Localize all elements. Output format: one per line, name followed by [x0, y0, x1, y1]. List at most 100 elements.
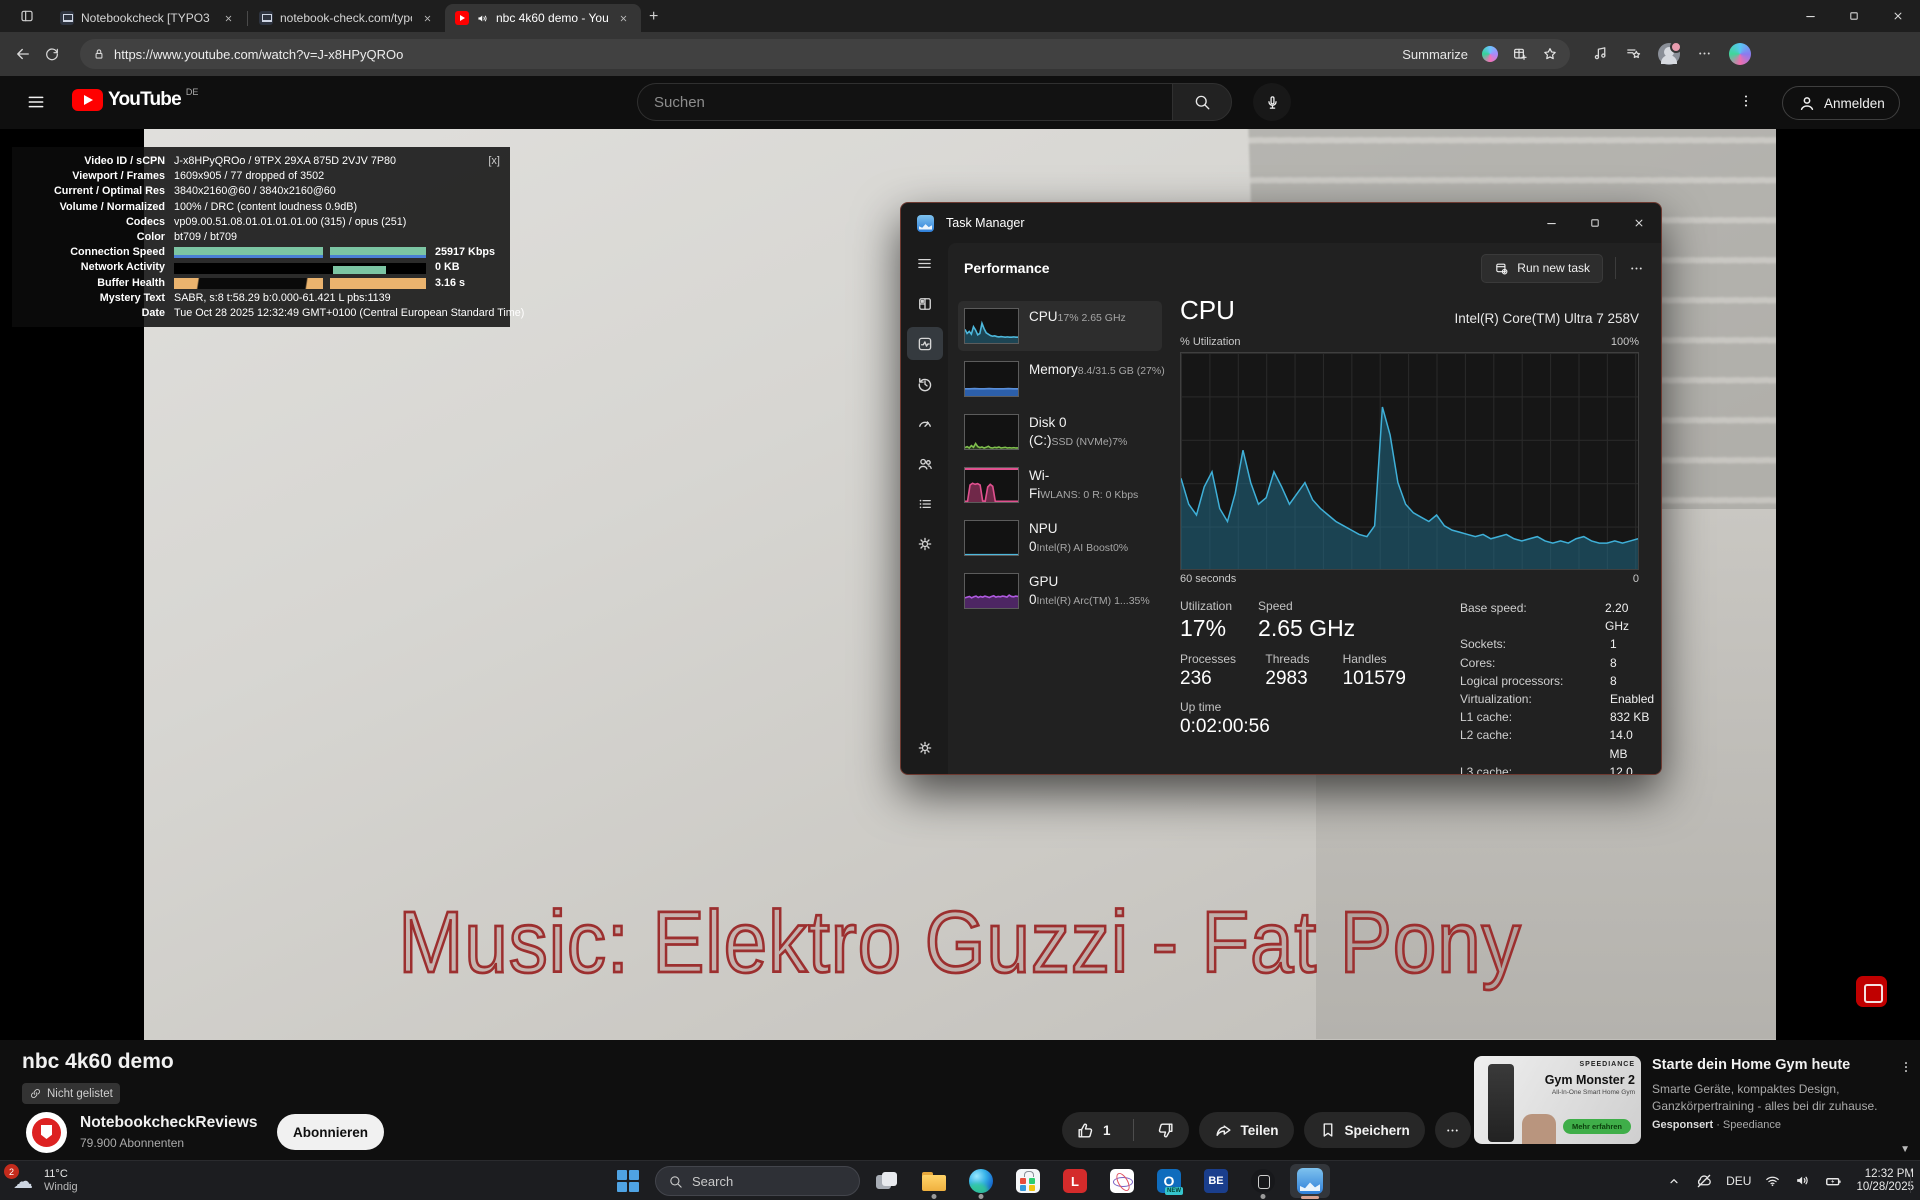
tab-notebookcheck-typo3[interactable]: notebook-check.com/typo3/inde... [249, 4, 445, 32]
perf-item-memory[interactable]: Memory8.4/31.5 GB (27%) [958, 354, 1162, 404]
player-info-card-icon[interactable] [1856, 976, 1887, 1007]
tm-maximize-button[interactable] [1573, 203, 1617, 243]
tab-close-icon[interactable] [419, 11, 435, 25]
language-indicator[interactable]: DEU [1726, 1174, 1751, 1188]
tm-nav-users-icon[interactable] [907, 447, 943, 480]
ad-cta-button[interactable]: Mehr erfahren [1563, 1119, 1631, 1134]
media-hub-icon[interactable] [1592, 45, 1609, 63]
cpu-stats-left: Utilization17% Speed2.65 GHz Processes23… [1180, 599, 1432, 775]
voice-search-button[interactable] [1253, 83, 1291, 121]
lightroom-button[interactable]: L [1055, 1161, 1095, 1200]
browser-minimize-button[interactable] [1788, 0, 1832, 32]
perf-item-npu[interactable]: NPU 0Intel(R) AI Boost0% [958, 513, 1162, 563]
youtube-menu-icon[interactable] [26, 92, 46, 112]
battery-icon[interactable] [1824, 1172, 1843, 1191]
youtube-logo[interactable]: YouTube DE [72, 89, 198, 111]
start-button[interactable] [608, 1161, 648, 1200]
cpu-axis-zero: 0 [1633, 573, 1639, 585]
address-bar[interactable]: https://www.youtube.com/watch?v=J-x8HPyQ… [80, 39, 1570, 69]
ad-menu-icon[interactable] [1898, 1058, 1914, 1076]
taskbar-search-label: Search [692, 1174, 733, 1189]
run-new-task-button[interactable]: Run new task [1481, 254, 1603, 283]
tab-close-icon[interactable] [615, 11, 631, 25]
search-input-wrap[interactable] [637, 83, 1172, 121]
lock-icon[interactable] [92, 45, 106, 63]
copilot-summarize-icon[interactable] [1482, 46, 1498, 62]
tm-more-options-icon[interactable] [1628, 259, 1645, 277]
new-tab-button[interactable]: + [649, 8, 658, 26]
ad-title[interactable]: Starte dein Home Gym heute [1652, 1056, 1888, 1075]
weather-widget[interactable]: ☁2 11°C Windig [10, 1161, 78, 1200]
atom-icon [1110, 1169, 1134, 1193]
tab-actions-icon[interactable] [12, 4, 42, 28]
channel-name[interactable]: NotebookcheckReviews [80, 1114, 257, 1132]
tm-nav-startup-apps-icon[interactable] [907, 407, 943, 440]
tm-nav-app-history-icon[interactable] [907, 367, 943, 400]
atom-app-button[interactable] [1102, 1161, 1142, 1200]
taskbar-search[interactable]: Search [655, 1166, 860, 1196]
browser-maximize-button[interactable] [1832, 0, 1876, 32]
unlisted-badge: Nicht gelistet [22, 1083, 120, 1104]
stat-value: bt709 / bt709 [174, 230, 237, 245]
task-manager-titlebar[interactable]: Task Manager [901, 203, 1661, 243]
collections-icon[interactable] [1625, 45, 1642, 63]
tm-close-button[interactable] [1617, 203, 1661, 243]
tm-nav-menu-icon[interactable] [907, 247, 943, 280]
volume-icon[interactable] [1794, 1172, 1811, 1190]
outlook-button[interactable]: ONEW [1149, 1161, 1189, 1200]
ad-expand-icon[interactable]: ▼ [1900, 1144, 1910, 1155]
browser-menu-icon[interactable] [1696, 45, 1713, 63]
wifi-icon[interactable] [1764, 1172, 1781, 1190]
profile-avatar[interactable] [1658, 43, 1680, 65]
tab-notebookcheck-cms[interactable]: Notebookcheck [TYPO3 CMS 7.6... [50, 4, 246, 32]
perf-item-cpu[interactable]: CPU17% 2.65 GHz [958, 301, 1162, 351]
ad-thumbnail[interactable]: SPEEDIANCE Gym Monster 2 All-In-One Smar… [1474, 1056, 1641, 1144]
tab-audio-icon[interactable] [476, 11, 489, 25]
tm-settings-icon[interactable] [907, 731, 943, 764]
tm-nav-processes-icon[interactable] [907, 287, 943, 320]
perf-item-disk[interactable]: Disk 0 (C:)SSD (NVMe)7% [958, 407, 1162, 457]
edge-button[interactable] [961, 1161, 1001, 1200]
stat-label: Video ID / sCPN [12, 154, 174, 169]
url-text[interactable]: https://www.youtube.com/watch?v=J-x8HPyQ… [114, 47, 1394, 62]
summarize-button[interactable]: Summarize [1402, 47, 1468, 62]
tm-nav-performance-icon[interactable] [907, 327, 943, 360]
file-explorer-button[interactable] [914, 1161, 954, 1200]
back-icon[interactable] [14, 45, 32, 63]
show-desktop-button[interactable] [1910, 1169, 1914, 1193]
tab-close-icon[interactable] [220, 11, 236, 25]
tray-chevron-icon[interactable] [1666, 1172, 1682, 1190]
taskbar-clock[interactable]: 12:32 PM 10/28/2025 [1856, 1168, 1914, 1195]
tm-minimize-button[interactable] [1529, 203, 1573, 243]
split-screen-icon[interactable] [1512, 46, 1528, 63]
channel-avatar[interactable] [26, 1112, 67, 1153]
refresh-icon[interactable] [44, 45, 60, 63]
browser-close-button[interactable] [1876, 0, 1920, 32]
stat-label: Current / Optimal Res [12, 184, 174, 199]
signin-button[interactable]: Anmelden [1782, 86, 1900, 120]
dislike-button[interactable] [1142, 1112, 1189, 1148]
search-input[interactable] [654, 94, 1172, 111]
camera-app-button[interactable] [1243, 1161, 1283, 1200]
perf-item-wifi[interactable]: Wi-FiWLANS: 0 R: 0 Kbps [958, 460, 1162, 510]
task-view-button[interactable] [867, 1161, 907, 1200]
tab-youtube-active[interactable]: nbc 4k60 demo - YouTube [445, 4, 641, 32]
favorites-star-icon[interactable] [1542, 46, 1558, 63]
copilot-icon[interactable] [1729, 43, 1751, 65]
onedrive-offline-icon[interactable] [1695, 1172, 1713, 1190]
video-more-button[interactable] [1435, 1112, 1471, 1148]
microsoft-store-button[interactable] [1008, 1161, 1048, 1200]
save-button[interactable]: Speichern [1304, 1112, 1425, 1148]
subscribe-button[interactable]: Abonnieren [277, 1114, 384, 1150]
ad-product: Gym Monster 2 [1545, 1073, 1635, 1087]
be-app-button[interactable]: BE [1196, 1161, 1236, 1200]
youtube-more-icon[interactable] [1737, 92, 1755, 110]
like-button[interactable]: 1 [1062, 1112, 1125, 1148]
perf-item-gpu[interactable]: GPU 0Intel(R) Arc(TM) 1...35% [958, 566, 1162, 616]
search-button[interactable] [1172, 83, 1232, 121]
tm-nav-details-icon[interactable] [907, 487, 943, 520]
share-button[interactable]: Teilen [1199, 1112, 1294, 1148]
stats-close-button[interactable]: [x] [488, 154, 500, 169]
tm-nav-services-icon[interactable] [907, 527, 943, 560]
task-manager-button[interactable] [1290, 1164, 1330, 1198]
